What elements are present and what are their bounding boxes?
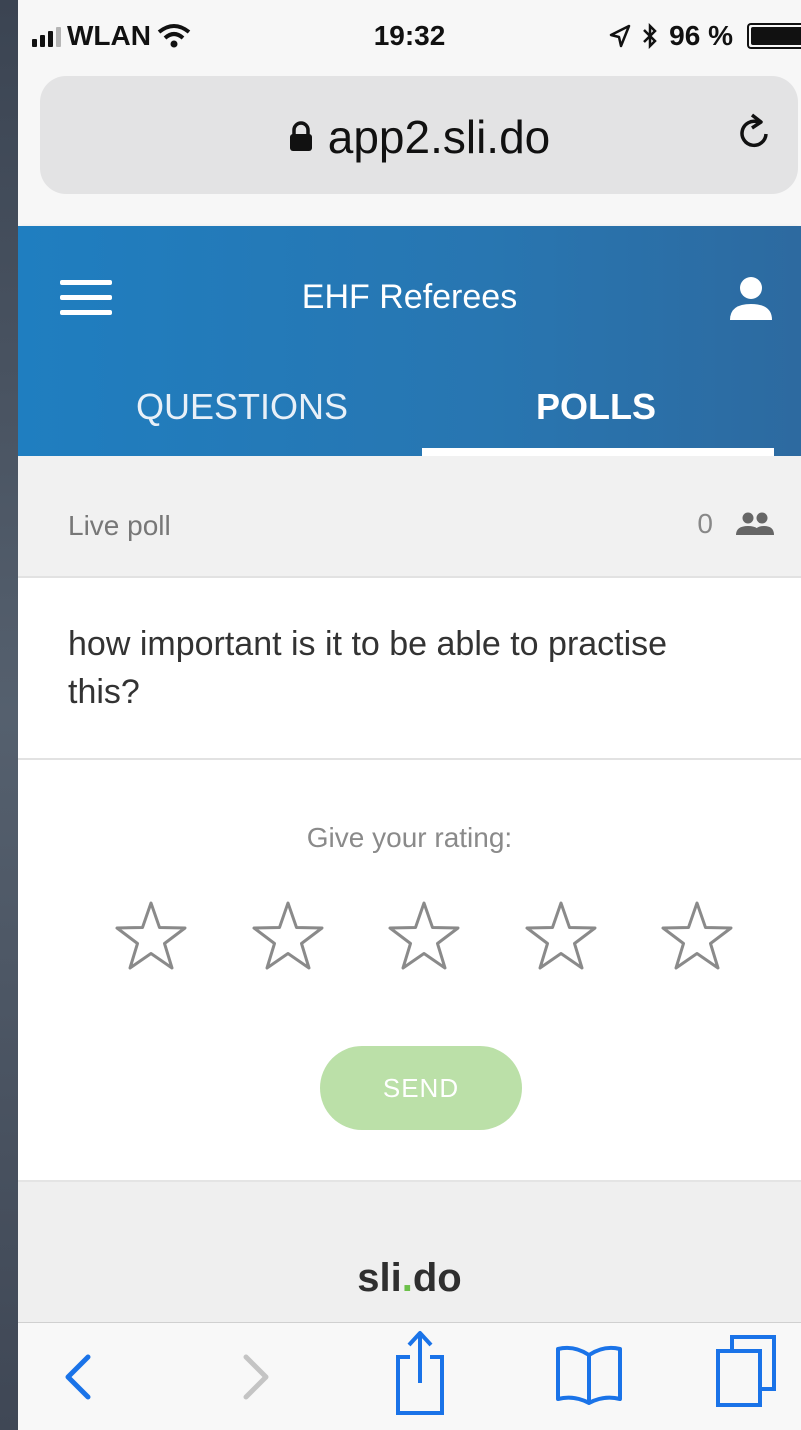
event-title: EHF Referees	[301, 278, 518, 316]
star-4-icon[interactable]	[524, 900, 598, 970]
tab-polls[interactable]: POLLS	[536, 386, 656, 428]
star-2-icon[interactable]	[251, 900, 325, 970]
send-button[interactable]: SEND	[320, 1046, 522, 1130]
star-1-icon[interactable]	[114, 900, 188, 970]
browser-chrome: app2.sli.do	[18, 70, 801, 226]
browser-toolbar	[18, 1322, 801, 1430]
star-5-icon[interactable]	[660, 900, 734, 970]
bookmarks-icon[interactable]	[552, 1341, 626, 1407]
people-icon	[736, 512, 774, 535]
address-display: app2.sli.do	[40, 110, 798, 164]
brand-dot: .	[401, 1256, 413, 1300]
device-bezel	[0, 0, 18, 1430]
reload-icon[interactable]	[736, 112, 774, 154]
status-bar: WLAN 19:32 96 %	[18, 0, 801, 70]
address-bar[interactable]: app2.sli.do	[40, 76, 798, 194]
location-icon	[609, 24, 631, 48]
participants-count: 0	[697, 508, 775, 540]
app-header: EHF Referees QUESTIONS POLLS	[18, 226, 801, 456]
star-rating	[114, 900, 734, 970]
url-text: app2.sli.do	[327, 111, 551, 163]
footer: sli.do	[18, 1180, 801, 1332]
user-icon[interactable]	[727, 274, 775, 322]
bluetooth-icon	[643, 23, 657, 49]
participants-number: 0	[697, 508, 713, 539]
poll-status-bar: Live poll 0	[18, 456, 801, 578]
status-right: 96 %	[609, 20, 801, 52]
brand-main: sli	[357, 1256, 402, 1300]
tabs-icon[interactable]	[714, 1333, 778, 1409]
tab-questions[interactable]: QUESTIONS	[136, 386, 348, 428]
back-icon[interactable]	[58, 1343, 98, 1411]
share-icon[interactable]	[392, 1327, 448, 1417]
brand-end: do	[412, 1256, 462, 1300]
slido-logo: sli.do	[18, 1256, 801, 1301]
lock-icon	[289, 121, 312, 151]
poll-question: how important is it to be able to practi…	[18, 578, 801, 760]
phone-screen: WLAN 19:32 96 % app2.sli.do EHF Referees…	[18, 0, 801, 1430]
star-3-icon[interactable]	[387, 900, 461, 970]
battery-icon	[747, 23, 801, 49]
poll-status-label: Live poll	[68, 510, 171, 541]
battery-percent: 96 %	[669, 20, 733, 51]
forward-icon[interactable]	[236, 1343, 276, 1411]
question-text: how important is it to be able to practi…	[68, 625, 668, 711]
rating-prompt: Give your rating:	[306, 822, 513, 853]
active-tab-indicator	[422, 448, 774, 456]
